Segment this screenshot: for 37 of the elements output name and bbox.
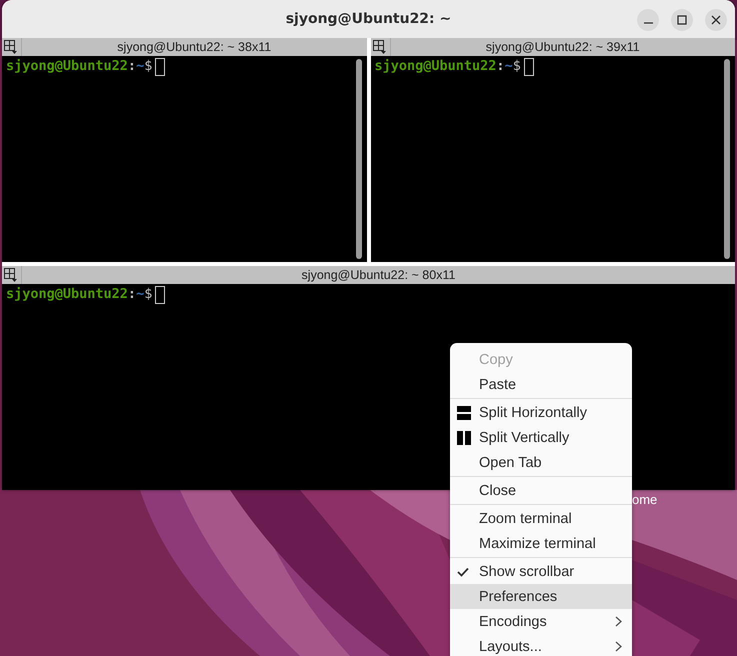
maximize-button[interactable] bbox=[671, 9, 693, 31]
layout-button[interactable] bbox=[2, 38, 22, 56]
pane-title: sjyong@Ubuntu22: ~ 80x11 bbox=[300, 268, 456, 282]
text-cursor bbox=[524, 58, 534, 76]
text-cursor bbox=[155, 286, 166, 304]
close-icon bbox=[711, 15, 721, 25]
split-vertical-icon bbox=[457, 430, 471, 444]
menu-item[interactable]: Show scrollbar bbox=[450, 559, 632, 584]
split-horizontal-icon bbox=[457, 406, 471, 420]
menu-item[interactable]: Zoom terminal bbox=[450, 506, 632, 531]
pane-title: sjyong@Ubuntu22: ~ 39x11 bbox=[484, 40, 641, 54]
layout-icon bbox=[4, 40, 18, 54]
menu-item[interactable]: Close bbox=[450, 478, 632, 503]
minimize-icon bbox=[644, 22, 652, 24]
text-cursor bbox=[155, 58, 166, 76]
maximize-icon bbox=[677, 15, 687, 25]
shell-prompt: sjyong@Ubuntu22:~$ bbox=[6, 58, 152, 74]
layout-icon bbox=[372, 40, 386, 54]
menu-item[interactable]: Layouts... bbox=[450, 634, 632, 656]
menu-item[interactable]: Split Vertically bbox=[450, 425, 632, 450]
menu-item[interactable]: Encodings bbox=[450, 609, 632, 634]
menu-item[interactable]: Paste bbox=[450, 372, 632, 397]
window-title: sjyong@Ubuntu22: ~ bbox=[286, 11, 452, 27]
layout-icon bbox=[4, 268, 18, 282]
menu-item[interactable]: Split Horizontally bbox=[450, 400, 632, 425]
pane-title: sjyong@Ubuntu22: ~ 38x11 bbox=[116, 40, 272, 54]
chevron-right-icon bbox=[615, 641, 622, 652]
chevron-right-icon bbox=[615, 616, 622, 627]
desktop-icon-label: ome bbox=[632, 492, 658, 507]
menu-item[interactable]: Open Tab bbox=[450, 450, 632, 475]
layout-button[interactable] bbox=[370, 38, 390, 56]
shell-prompt: sjyong@Ubuntu22:~$ bbox=[374, 58, 521, 74]
layout-button[interactable] bbox=[2, 266, 22, 284]
close-button[interactable] bbox=[705, 9, 727, 31]
menu-item[interactable]: Maximize terminal bbox=[450, 531, 632, 556]
menu-item[interactable]: Preferences bbox=[450, 584, 632, 609]
shell-prompt: sjyong@Ubuntu22:~$ bbox=[6, 286, 152, 302]
